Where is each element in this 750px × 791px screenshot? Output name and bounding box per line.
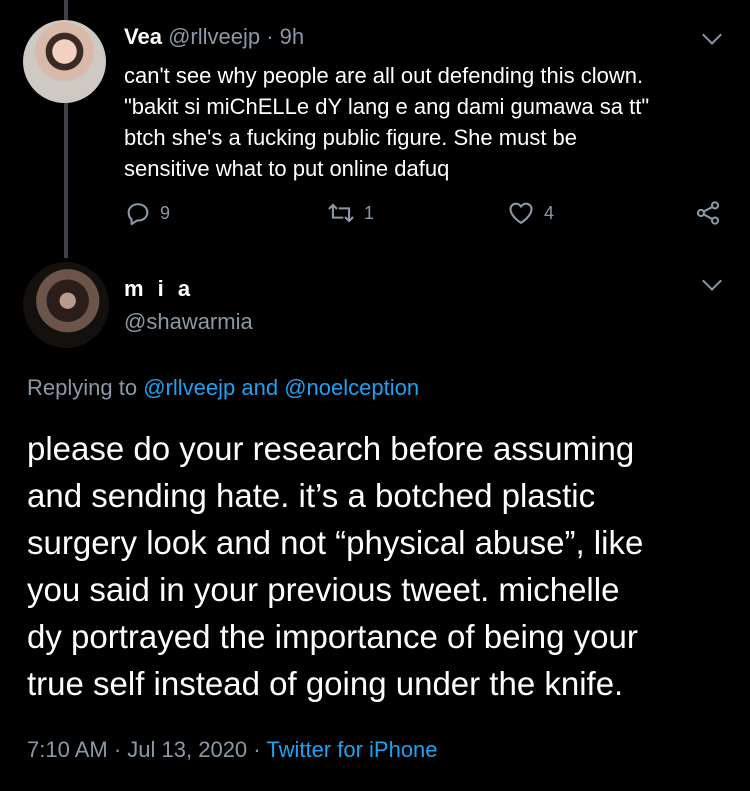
display-name[interactable]: Vea — [124, 24, 162, 49]
avatar[interactable] — [23, 262, 109, 348]
replying-prefix: Replying to — [27, 375, 138, 400]
tweet-text-line: surgery look and not “physical abuse”, l… — [27, 524, 644, 561]
display-name[interactable]: m i a — [124, 276, 194, 302]
tweet-text-line: btch she's a fucking public figure. She … — [124, 125, 578, 150]
tweet-header: Vea @rllveejp · 9h — [124, 24, 304, 50]
tweet-text-line: can't see why people are all out defendi… — [124, 63, 644, 88]
tweet-text-line: "bakit si miChELLe dY lang e ang dami gu… — [124, 94, 650, 119]
handle[interactable]: @shawarmia — [124, 309, 253, 335]
tweet-text-line: you said in your previous tweet. michell… — [27, 571, 620, 608]
retweet-button[interactable]: 1 — [326, 199, 374, 227]
tweet-text: can't see why people are all out defendi… — [124, 60, 724, 184]
tweet-text-line: and sending hate. it’s a botched plastic — [27, 477, 596, 514]
replying-to: Replying to @rllveejp and @noelception — [27, 375, 419, 401]
tweet-text: please do your research before assuming … — [27, 425, 747, 707]
reply-count: 9 — [160, 202, 171, 223]
replying-and[interactable]: and — [241, 375, 278, 400]
heart-icon — [509, 202, 533, 224]
tweet-source[interactable]: Twitter for iPhone — [266, 737, 437, 762]
mention-link[interactable]: @noelception — [284, 375, 419, 400]
retweet-count: 1 — [364, 202, 375, 223]
tweet-date[interactable]: Jul 13, 2020 — [127, 737, 247, 762]
chevron-down-icon[interactable] — [702, 25, 722, 45]
share-button[interactable] — [694, 199, 722, 227]
like-button[interactable]: 4 — [506, 199, 554, 227]
retweet-icon — [328, 203, 354, 223]
separator: · — [266, 24, 274, 49]
reply-button[interactable]: 9 — [124, 199, 170, 227]
tweet-text-line: sensitive what to put online dafuq — [124, 156, 450, 181]
avatar[interactable] — [23, 20, 106, 103]
tweet-text-line: true self instead of going under the kni… — [27, 665, 624, 702]
tweet-text-line: dy portrayed the importance of being you… — [27, 618, 638, 655]
tweet-actions: 9 1 4 — [0, 199, 750, 231]
timestamp[interactable]: 9h — [280, 24, 304, 49]
separator: · — [113, 737, 122, 762]
handle[interactable]: @rllveejp — [168, 24, 260, 49]
like-count: 4 — [544, 202, 555, 223]
tweet-time[interactable]: 7:10 AM — [27, 737, 108, 762]
separator: · — [253, 737, 261, 762]
mention-link[interactable]: @rllveejp — [143, 375, 235, 400]
tweet-text-line: please do your research before assuming — [27, 430, 635, 467]
tweet-meta: 7:10 AM · Jul 13, 2020 · Twitter for iPh… — [27, 737, 438, 763]
reply-icon — [127, 203, 149, 226]
share-icon — [696, 201, 720, 225]
chevron-down-icon[interactable] — [702, 271, 722, 291]
